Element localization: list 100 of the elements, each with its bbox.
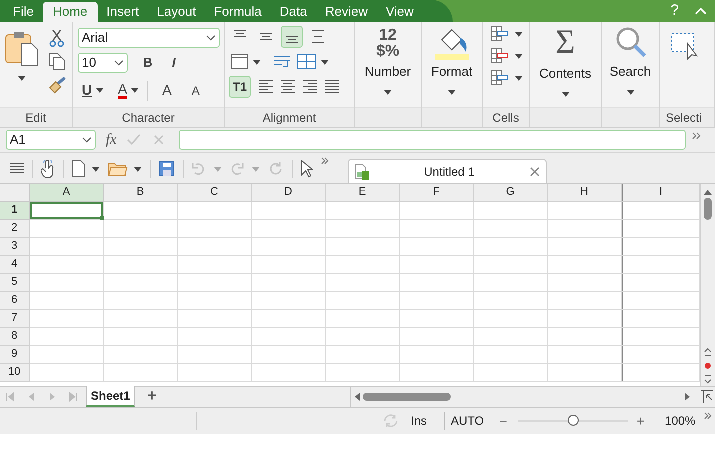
align-right-icon[interactable]: [303, 80, 317, 94]
sync-icon[interactable]: [383, 414, 399, 428]
caret-icon[interactable]: [131, 88, 140, 93]
select-all-corner[interactable]: [0, 184, 30, 202]
check-icon[interactable]: [126, 134, 141, 146]
hide-cells-icon[interactable]: [491, 70, 509, 86]
function-button[interactable]: fx: [106, 128, 117, 152]
slider-thumb[interactable]: [568, 415, 579, 426]
scroll-thumb[interactable]: [704, 198, 712, 220]
caret-icon[interactable]: [562, 92, 570, 96]
first-sheet-icon[interactable]: [6, 392, 15, 402]
caret-icon[interactable]: [321, 60, 329, 64]
format-button[interactable]: Format: [422, 22, 482, 107]
row-header[interactable]: 7: [0, 310, 30, 328]
font-color-button[interactable]: A: [118, 82, 128, 99]
menu-icon[interactable]: [10, 163, 24, 175]
formula-field[interactable]: [178, 130, 686, 150]
caret-icon[interactable]: [134, 166, 142, 172]
font-name-field[interactable]: Arial: [78, 28, 220, 48]
copy-icon[interactable]: [49, 53, 65, 71]
wrap-text-icon[interactable]: [273, 55, 291, 69]
bold-button[interactable]: B: [140, 53, 156, 73]
last-sheet-icon[interactable]: [69, 392, 78, 402]
merge-cells-icon[interactable]: [297, 54, 317, 70]
menu-tab[interactable]: View: [376, 2, 423, 22]
menu-tab[interactable]: Layout: [148, 2, 206, 22]
insert-mode[interactable]: Ins: [411, 412, 428, 430]
brush-icon[interactable]: [48, 77, 66, 95]
collapse-icon[interactable]: [695, 7, 707, 15]
menu-tab[interactable]: Home: [42, 2, 98, 22]
font-size-field[interactable]: 10: [78, 53, 128, 73]
zoom-level[interactable]: 100%: [665, 412, 696, 430]
pointer-icon[interactable]: [301, 160, 313, 178]
redo-icon[interactable]: [230, 162, 244, 176]
calculation-mode[interactable]: AUTO: [451, 412, 484, 430]
split-icon[interactable]: [704, 375, 712, 384]
column-header[interactable]: E: [326, 184, 400, 202]
cancel-icon[interactable]: [152, 134, 165, 146]
row-header[interactable]: 10: [0, 364, 30, 382]
name-box[interactable]: A1: [6, 130, 96, 150]
column-header[interactable]: C: [178, 184, 252, 202]
refresh-icon[interactable]: [268, 161, 284, 177]
align-center-icon[interactable]: [281, 80, 295, 94]
row-header[interactable]: 9: [0, 346, 30, 364]
caret-icon[interactable]: [384, 90, 392, 94]
caret-icon[interactable]: [18, 76, 26, 81]
insert-cells-icon[interactable]: [491, 26, 509, 42]
next-sheet-icon[interactable]: [48, 392, 57, 402]
border-icon[interactable]: [231, 54, 249, 70]
save-icon[interactable]: [159, 161, 175, 177]
scissors-icon[interactable]: [49, 30, 65, 47]
column-header[interactable]: A: [30, 184, 104, 202]
caret-icon[interactable]: [515, 54, 523, 58]
number-button[interactable]: 12 $% Number: [355, 22, 421, 107]
caret-icon[interactable]: [448, 90, 456, 94]
folder-icon[interactable]: [108, 161, 128, 177]
hand-icon[interactable]: [41, 160, 55, 178]
shrink-font-button[interactable]: A: [192, 82, 200, 100]
caret-icon[interactable]: [626, 90, 634, 94]
caret-icon[interactable]: [96, 88, 104, 93]
zoom-out-button[interactable]: –: [500, 412, 507, 430]
caret-icon[interactable]: [92, 166, 100, 172]
column-header[interactable]: H: [548, 184, 622, 202]
caret-icon[interactable]: [253, 60, 261, 64]
undo-icon[interactable]: [192, 162, 206, 176]
caret-icon[interactable]: [515, 76, 523, 80]
zoom-in-button[interactable]: +: [636, 410, 646, 432]
scroll-thumb[interactable]: [363, 393, 451, 401]
menu-tab[interactable]: Formula: [205, 2, 271, 22]
corner-icon[interactable]: [700, 390, 714, 404]
previous-sheet-icon[interactable]: [27, 392, 36, 402]
more-icon[interactable]: [704, 412, 712, 420]
vertical-scrollbar[interactable]: [700, 184, 715, 386]
row-header[interactable]: 4: [0, 256, 30, 274]
delete-cells-icon[interactable]: [491, 48, 509, 64]
column-header[interactable]: D: [252, 184, 326, 202]
row-header[interactable]: 2: [0, 220, 30, 238]
menu-tab[interactable]: Review: [316, 2, 377, 22]
text-direction-button[interactable]: T1: [229, 76, 251, 98]
column-header[interactable]: G: [474, 184, 548, 202]
column-header[interactable]: I: [622, 184, 700, 202]
split-icon[interactable]: [704, 348, 712, 357]
add-sheet-button[interactable]: +: [147, 385, 157, 409]
close-icon[interactable]: [530, 166, 540, 176]
grow-font-button[interactable]: A: [162, 80, 172, 101]
contents-button[interactable]: Σ Contents: [530, 22, 601, 107]
underline-button[interactable]: U: [82, 80, 92, 101]
italic-button[interactable]: I: [166, 53, 182, 73]
row-header[interactable]: 5: [0, 274, 30, 292]
more-icon[interactable]: [692, 132, 702, 140]
align-left-icon[interactable]: [259, 80, 273, 94]
row-header[interactable]: 3: [0, 238, 30, 256]
sheet-tab[interactable]: Sheet1: [86, 386, 136, 407]
column-header[interactable]: B: [104, 184, 178, 202]
row-header[interactable]: 6: [0, 292, 30, 310]
align-icon[interactable]: [281, 26, 303, 48]
dot-icon[interactable]: [705, 363, 711, 369]
justify-icon[interactable]: [325, 80, 339, 94]
menu-tab[interactable]: Data: [270, 2, 316, 22]
row-header[interactable]: 1: [0, 202, 30, 220]
